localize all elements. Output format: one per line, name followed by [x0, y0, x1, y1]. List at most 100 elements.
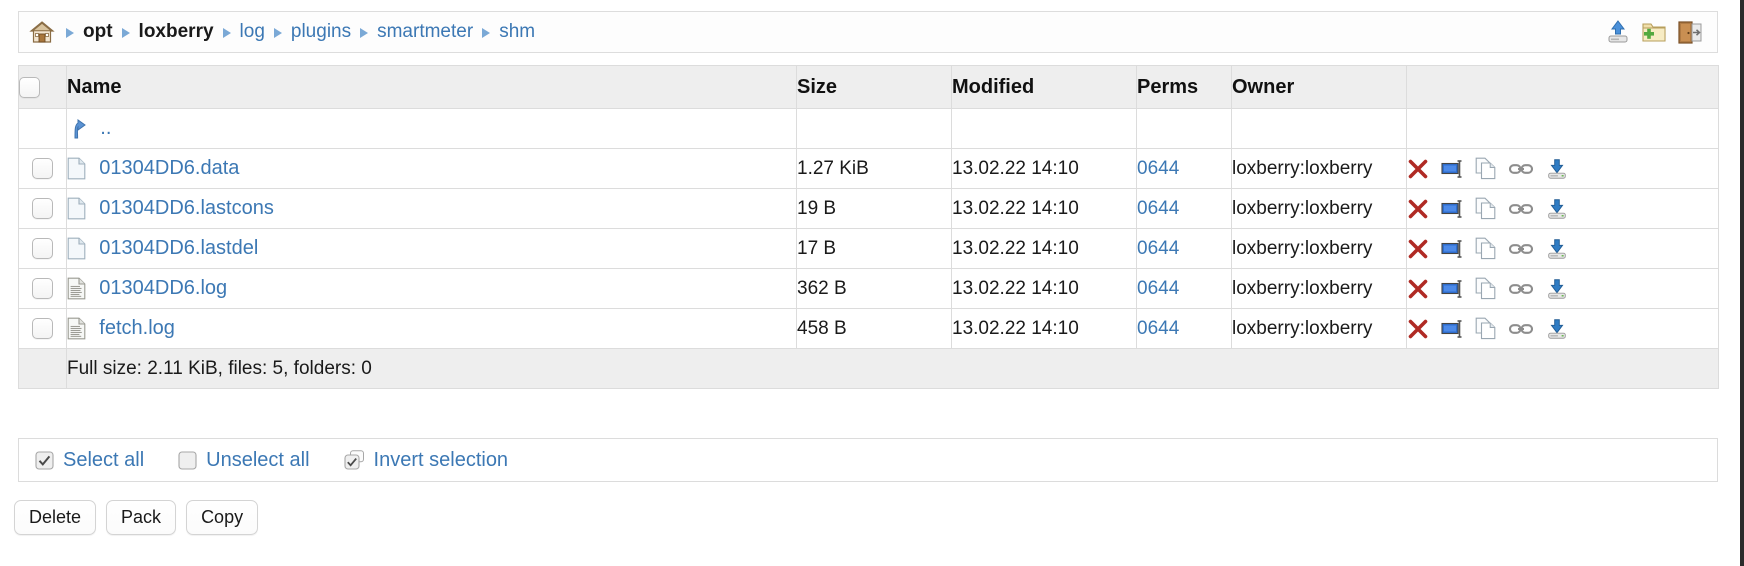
- rename-icon[interactable]: [1441, 279, 1463, 299]
- row-name-cell[interactable]: 01304DD6.data: [66, 148, 797, 189]
- table-header-row: Name Size Modified Perms Owner: [18, 65, 1719, 109]
- column-header-perms[interactable]: Perms: [1136, 65, 1232, 109]
- row-checkbox[interactable]: [32, 277, 53, 299]
- file-name-link[interactable]: 01304DD6.lastdel: [99, 237, 258, 259]
- perms-link[interactable]: 0644: [1137, 198, 1179, 219]
- row-select-cell[interactable]: [18, 308, 67, 349]
- rename-icon[interactable]: [1441, 319, 1463, 339]
- select-all-action[interactable]: Select all: [35, 449, 168, 472]
- file-name-link[interactable]: fetch.log: [99, 317, 175, 339]
- home-icon[interactable]: [29, 20, 55, 44]
- select-all-header[interactable]: [18, 65, 67, 109]
- row-checkbox[interactable]: [32, 157, 53, 179]
- invert-selection-link[interactable]: Invert selection: [374, 449, 509, 472]
- breadcrumb-item-loxberry[interactable]: loxberry: [139, 22, 214, 42]
- table-row[interactable]: 01304DD6.lastdel 17 B 13.02.22 14:10 064…: [18, 228, 1719, 269]
- file-name-link[interactable]: 01304DD6.log: [99, 277, 227, 299]
- table-row[interactable]: 01304DD6.data 1.27 KiB 13.02.22 14:10 06…: [18, 148, 1719, 189]
- row-select-cell[interactable]: [18, 228, 67, 269]
- row-name-cell[interactable]: 01304DD6.lastcons: [66, 188, 797, 229]
- row-select-cell[interactable]: [18, 268, 67, 309]
- breadcrumb-separator-icon: [221, 27, 233, 39]
- unselect-all-link[interactable]: Unselect all: [206, 449, 309, 472]
- row-perms-cell[interactable]: 0644: [1136, 148, 1232, 189]
- perms-link[interactable]: 0644: [1137, 158, 1179, 179]
- file-name-link[interactable]: 01304DD6.data: [99, 157, 239, 179]
- invert-selection-action[interactable]: Invert selection: [343, 449, 533, 472]
- row-name-cell[interactable]: 01304DD6.lastdel: [66, 228, 797, 269]
- breadcrumb-item-smartmeter[interactable]: smartmeter: [377, 22, 473, 42]
- row-size: 1.27 KiB: [796, 148, 952, 189]
- table-row[interactable]: 01304DD6.lastcons 19 B 13.02.22 14:10 06…: [18, 188, 1719, 229]
- download-icon[interactable]: [1545, 237, 1569, 261]
- row-perms-cell[interactable]: 0644: [1136, 308, 1232, 349]
- link-icon[interactable]: [1509, 282, 1533, 296]
- checkbox-checked-icon[interactable]: [35, 450, 54, 470]
- breadcrumb-item-shm[interactable]: shm: [499, 22, 535, 42]
- pack-button[interactable]: Pack: [106, 500, 177, 535]
- perms-link[interactable]: 0644: [1137, 238, 1179, 259]
- delete-icon[interactable]: [1407, 158, 1429, 180]
- column-header-owner[interactable]: Owner: [1231, 65, 1407, 109]
- delete-icon[interactable]: [1407, 318, 1429, 340]
- delete-button[interactable]: Delete: [14, 500, 97, 535]
- rename-icon[interactable]: [1441, 239, 1463, 259]
- unselect-all-action[interactable]: Unselect all: [178, 449, 333, 472]
- perms-link[interactable]: 0644: [1137, 318, 1179, 339]
- delete-icon[interactable]: [1407, 198, 1429, 220]
- perms-link[interactable]: 0644: [1137, 278, 1179, 299]
- bulk-actions: Delete Pack Copy: [14, 500, 259, 535]
- table-row[interactable]: 01304DD6.log 362 B 13.02.22 14:10 0644 l…: [18, 268, 1719, 309]
- rename-icon[interactable]: [1441, 159, 1463, 179]
- checkbox-empty-icon[interactable]: [178, 450, 197, 470]
- column-header-name[interactable]: Name: [66, 65, 797, 109]
- copy-icon[interactable]: [1475, 237, 1497, 260]
- row-perms-cell[interactable]: 0644: [1136, 188, 1232, 229]
- new-folder-icon[interactable]: [1641, 19, 1667, 45]
- download-icon[interactable]: [1545, 277, 1569, 301]
- row-perms-cell[interactable]: 0644: [1136, 268, 1232, 309]
- copy-icon[interactable]: [1475, 197, 1497, 220]
- row-checkbox[interactable]: [32, 197, 53, 219]
- row-name-cell[interactable]: 01304DD6.log: [66, 268, 797, 309]
- file-name-link[interactable]: 01304DD6.lastcons: [99, 197, 274, 219]
- column-header-modified[interactable]: Modified: [951, 65, 1137, 109]
- link-icon[interactable]: [1509, 202, 1533, 216]
- copy-button[interactable]: Copy: [186, 500, 259, 535]
- column-header-size[interactable]: Size: [796, 65, 952, 109]
- link-icon[interactable]: [1509, 162, 1533, 176]
- logout-icon[interactable]: [1677, 19, 1703, 45]
- parent-directory-link-cell[interactable]: ..: [66, 108, 797, 149]
- row-select-cell[interactable]: [18, 188, 67, 229]
- arrow-up-curved-icon[interactable]: [67, 118, 89, 140]
- download-icon[interactable]: [1545, 317, 1569, 341]
- delete-icon[interactable]: [1407, 238, 1429, 260]
- row-perms-cell[interactable]: 0644: [1136, 228, 1232, 269]
- parent-row-size-cell: [796, 108, 952, 149]
- copy-icon[interactable]: [1475, 277, 1497, 300]
- row-checkbox[interactable]: [32, 317, 53, 339]
- select-all-link[interactable]: Select all: [63, 449, 144, 472]
- row-name-cell[interactable]: fetch.log: [66, 308, 797, 349]
- link-icon[interactable]: [1509, 322, 1533, 336]
- download-icon[interactable]: [1545, 197, 1569, 221]
- row-checkbox[interactable]: [32, 237, 53, 259]
- checkbox-invert-icon[interactable]: [343, 450, 365, 470]
- copy-icon[interactable]: [1475, 317, 1497, 340]
- parent-directory-row[interactable]: ..: [18, 108, 1719, 149]
- download-icon[interactable]: [1545, 157, 1569, 181]
- breadcrumb-item-plugins[interactable]: plugins: [291, 22, 351, 42]
- parent-directory-label[interactable]: ..: [100, 117, 111, 139]
- row-modified: 13.02.22 14:10: [951, 188, 1137, 229]
- row-select-cell[interactable]: [18, 148, 67, 189]
- select-all-checkbox[interactable]: [19, 76, 40, 98]
- breadcrumb-item-log[interactable]: log: [240, 22, 265, 42]
- delete-icon[interactable]: [1407, 278, 1429, 300]
- table-row[interactable]: fetch.log 458 B 13.02.22 14:10 0644 loxb…: [18, 308, 1719, 349]
- link-icon[interactable]: [1509, 242, 1533, 256]
- breadcrumb-item-opt[interactable]: opt: [83, 22, 113, 42]
- copy-icon[interactable]: [1475, 157, 1497, 180]
- row-modified: 13.02.22 14:10: [951, 308, 1137, 349]
- rename-icon[interactable]: [1441, 199, 1463, 219]
- upload-icon[interactable]: [1605, 19, 1631, 45]
